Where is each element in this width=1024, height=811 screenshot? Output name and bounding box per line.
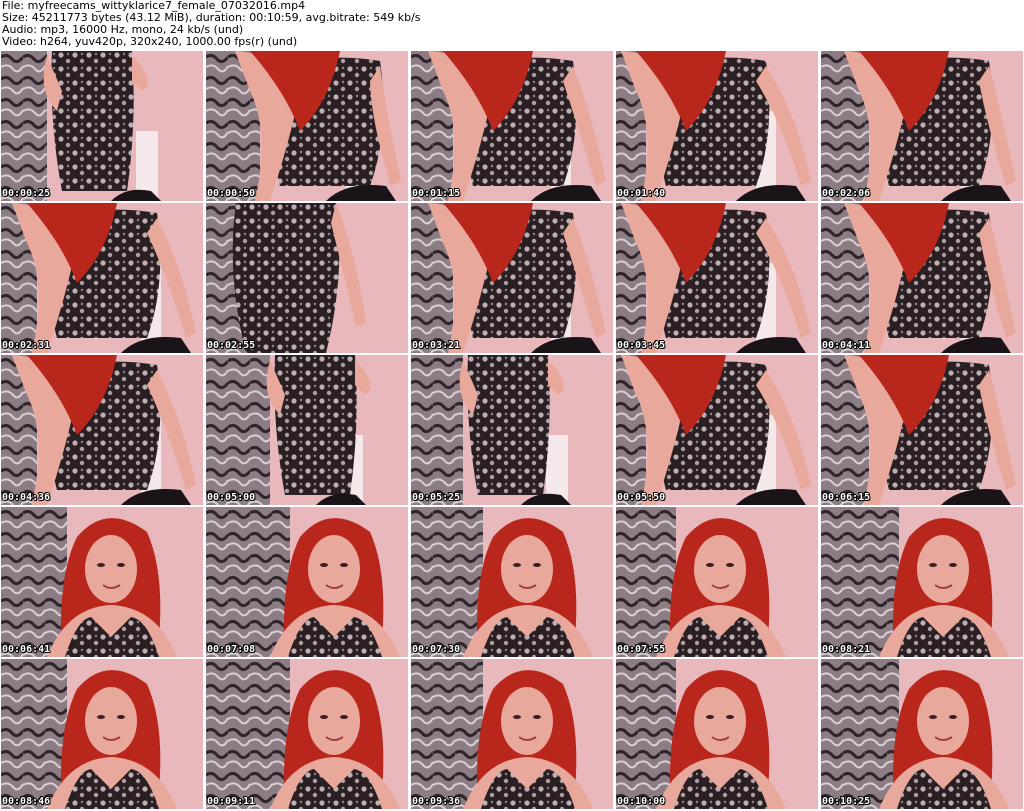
thumbnail-timestamp: 00:01:15 [412,188,461,199]
video-thumbnail: 00:07:55 [616,507,818,657]
thumbnail-frame-image [616,507,818,657]
thumbnail-frame-image [206,507,408,657]
file-name-line: File: myfreecams_wittyklarice7_female_07… [2,0,306,12]
thumbnail-timestamp: 00:07:08 [207,644,256,655]
thumbnail-grid: 00:00:25 00:00:50 00:01:15 00:01:40 00:0… [1,51,1023,811]
video-thumbnail: 00:06:41 [1,507,203,657]
video-info-line: Video: h264, yuv420p, 320x240, 1000.00 f… [2,36,298,48]
audio-info-line: Audio: mp3, 16000 Hz, mono, 24 kb/s (und… [2,24,244,36]
video-thumbnail: 00:09:11 [206,659,408,809]
thumbnail-frame-image [411,203,613,353]
thumbnail-timestamp: 00:03:45 [617,340,666,351]
thumbnail-frame-image [1,355,203,505]
video-thumbnail: 00:09:36 [411,659,613,809]
thumbnail-timestamp: 00:03:21 [412,340,461,351]
video-thumbnail: 00:10:25 [821,659,1023,809]
video-thumbnail: 00:03:45 [616,203,818,353]
video-thumbnail: 00:03:21 [411,203,613,353]
thumbnail-frame-image [411,659,613,809]
video-thumbnail: 00:01:15 [411,51,613,201]
video-thumbnail: 00:05:50 [616,355,818,505]
thumbnail-timestamp: 00:10:25 [822,796,871,807]
thumbnail-frame-image [821,355,1023,505]
thumbnail-timestamp: 00:04:36 [2,492,51,503]
thumbnail-timestamp: 00:05:00 [207,492,256,503]
thumbnail-timestamp: 00:00:25 [2,188,51,199]
thumbnail-frame-image [411,355,613,505]
thumbnail-timestamp: 00:02:31 [2,340,51,351]
thumbnail-timestamp: 00:02:55 [207,340,256,351]
thumbnail-timestamp: 00:05:25 [412,492,461,503]
thumbnail-timestamp: 00:07:55 [617,644,666,655]
thumbnail-frame-image [821,507,1023,657]
thumbnail-frame-image [616,51,818,201]
thumbnail-timestamp: 00:08:21 [822,644,871,655]
thumbnail-frame-image [411,507,613,657]
video-thumbnail: 00:05:25 [411,355,613,505]
thumbnail-frame-image [206,51,408,201]
thumbnail-frame-image [1,203,203,353]
thumbnail-frame-image [821,659,1023,809]
thumbnail-frame-image [1,507,203,657]
thumbnail-frame-image [206,659,408,809]
video-thumbnail: 00:10:00 [616,659,818,809]
video-thumbnail: 00:04:11 [821,203,1023,353]
thumbnail-timestamp: 00:08:46 [2,796,51,807]
video-thumbnail: 00:07:08 [206,507,408,657]
thumbnail-timestamp: 00:10:00 [617,796,666,807]
video-thumbnail: 00:02:06 [821,51,1023,201]
thumbnail-frame-image [616,203,818,353]
thumbnail-frame-image [616,659,818,809]
video-thumbnail: 00:06:15 [821,355,1023,505]
thumbnail-frame-image [206,355,408,505]
thumbnail-frame-image [1,51,203,201]
thumbnail-timestamp: 00:00:50 [207,188,256,199]
video-thumbnail: 00:08:46 [1,659,203,809]
thumbnail-frame-image [411,51,613,201]
file-info-header: File: myfreecams_wittyklarice7_female_07… [2,0,1022,50]
thumbnail-timestamp: 00:01:40 [617,188,666,199]
video-thumbnail: 00:02:31 [1,203,203,353]
thumbnail-timestamp: 00:06:15 [822,492,871,503]
thumbnail-timestamp: 00:09:36 [412,796,461,807]
video-thumbnail: 00:07:30 [411,507,613,657]
thumbnail-timestamp: 00:09:11 [207,796,256,807]
thumbnail-timestamp: 00:04:11 [822,340,871,351]
video-thumbnail: 00:04:36 [1,355,203,505]
thumbnail-frame-image [1,659,203,809]
video-thumbnail: 00:05:00 [206,355,408,505]
thumbnail-frame-image [616,355,818,505]
thumbnail-frame-image [821,51,1023,201]
thumbnail-frame-image [821,203,1023,353]
thumbnail-timestamp: 00:05:50 [617,492,666,503]
video-thumbnail: 00:08:21 [821,507,1023,657]
video-thumbnail: 00:02:55 [206,203,408,353]
video-thumbnail: 00:00:50 [206,51,408,201]
thumbnail-timestamp: 00:02:06 [822,188,871,199]
thumbnail-timestamp: 00:07:30 [412,644,461,655]
video-thumbnail: 00:01:40 [616,51,818,201]
file-size-line: Size: 45211773 bytes (43.12 MiB), durati… [2,12,421,24]
thumbnail-frame-image [206,203,408,353]
thumbnail-timestamp: 00:06:41 [2,644,51,655]
video-thumbnail: 00:00:25 [1,51,203,201]
